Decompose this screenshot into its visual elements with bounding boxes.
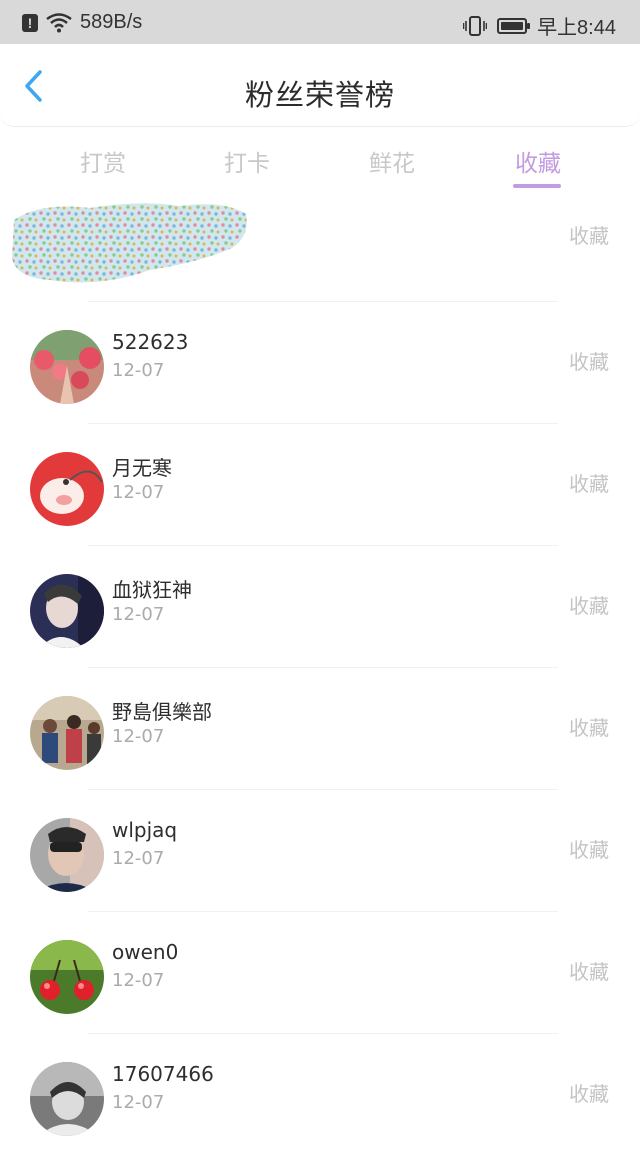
favorite-label: 收藏 bbox=[569, 594, 609, 618]
date: 12-07 bbox=[112, 482, 165, 503]
network-speed: 589B/s bbox=[80, 11, 143, 33]
username: 522623 bbox=[112, 330, 189, 354]
date: 12-07 bbox=[112, 1092, 165, 1113]
page-title: 粉丝荣誉榜 bbox=[244, 78, 395, 112]
alert-icon: ! bbox=[22, 13, 38, 32]
avatar bbox=[30, 696, 104, 770]
status-left: ! 589B/s bbox=[22, 11, 142, 34]
battery-icon bbox=[497, 17, 531, 34]
date: 12-07 bbox=[112, 970, 165, 991]
favorite-label: 收藏 bbox=[569, 224, 609, 248]
list-item[interactable]: 血狱狂神 12-07 收藏 bbox=[0, 546, 640, 668]
redacted-blur bbox=[12, 203, 247, 283]
title-bar: 粉丝荣誉榜 bbox=[0, 44, 640, 127]
tab-favorites[interactable]: 收藏 bbox=[483, 144, 593, 188]
active-tab-indicator bbox=[513, 184, 561, 188]
list-item[interactable]: 522623 12-07 收藏 bbox=[0, 302, 640, 424]
tab-bar: 打赏 打卡 鲜花 收藏 bbox=[0, 132, 640, 192]
tab-flowers[interactable]: 鲜花 bbox=[337, 144, 447, 178]
avatar bbox=[30, 330, 104, 404]
username: 17607466 bbox=[112, 1062, 214, 1086]
status-right: 早上8:44 bbox=[463, 11, 616, 40]
list-item[interactable]: owen0 12-07 收藏 bbox=[0, 912, 640, 1034]
wifi-icon bbox=[46, 12, 72, 32]
date: 12-07 bbox=[112, 604, 165, 625]
status-bar: ! 589B/s 早上8:44 bbox=[0, 0, 640, 44]
username: 血狱狂神 bbox=[112, 578, 192, 602]
date: 12-07 bbox=[112, 360, 165, 381]
username: wlpjaq bbox=[112, 818, 178, 842]
vibrate-icon bbox=[463, 15, 488, 36]
username: 月无寒 bbox=[112, 456, 172, 480]
favorite-label: 收藏 bbox=[569, 960, 609, 984]
avatar bbox=[30, 574, 104, 648]
clock: 早上8:44 bbox=[537, 17, 616, 39]
favorite-label: 收藏 bbox=[569, 1082, 609, 1106]
favorite-label: 收藏 bbox=[569, 350, 609, 374]
date: 12-07 bbox=[112, 848, 165, 869]
avatar bbox=[30, 940, 104, 1014]
favorite-label: 收藏 bbox=[569, 472, 609, 496]
tab-reward[interactable]: 打赏 bbox=[48, 144, 158, 178]
list-item[interactable]: 月无寒 12-07 收藏 bbox=[0, 424, 640, 546]
avatar bbox=[30, 818, 104, 892]
username: owen0 bbox=[112, 940, 179, 964]
tab-favorites-label: 收藏 bbox=[515, 151, 561, 177]
list-item[interactable]: 收藏 bbox=[0, 203, 640, 302]
avatar bbox=[30, 1062, 104, 1136]
list-item[interactable]: wlpjaq 12-07 收藏 bbox=[0, 790, 640, 912]
username: 野島俱樂部 bbox=[112, 700, 212, 724]
list-item[interactable]: 野島俱樂部 12-07 收藏 bbox=[0, 668, 640, 790]
favorite-label: 收藏 bbox=[569, 716, 609, 740]
date: 12-07 bbox=[112, 726, 165, 747]
favorite-label: 收藏 bbox=[569, 838, 609, 862]
avatar bbox=[30, 452, 104, 526]
tab-checkin[interactable]: 打卡 bbox=[192, 144, 302, 178]
